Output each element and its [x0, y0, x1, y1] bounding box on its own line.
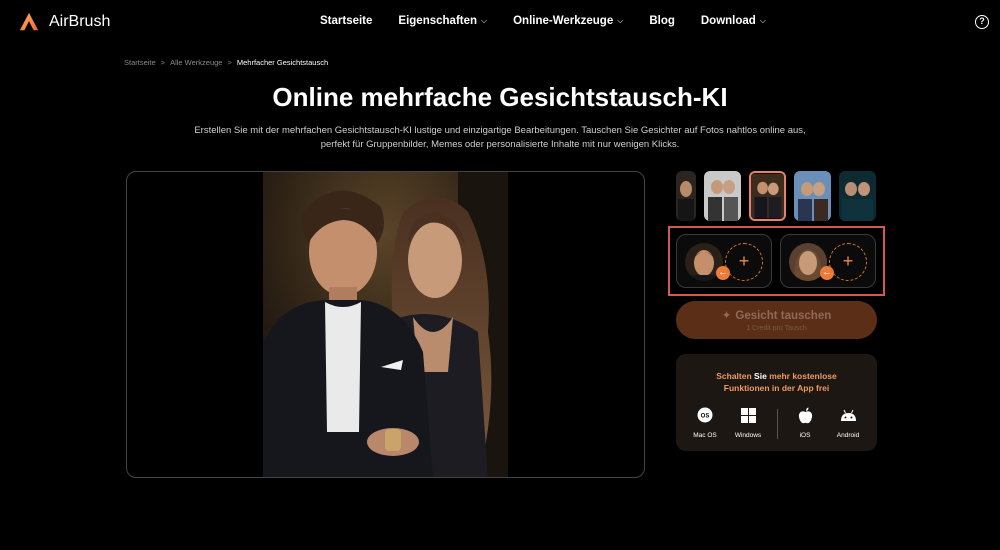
description-line: perfekt für Gruppenbilder, Memes oder pe…	[320, 139, 680, 150]
add-face-button[interactable]: +	[829, 243, 867, 281]
face-swap-selector: ← + ← +	[668, 226, 885, 296]
template-thumbnail[interactable]	[676, 171, 696, 221]
top-navbar: AirBrush Startseite Eigenschaften ⌵ Onlin…	[0, 0, 1000, 44]
platform-list: OS Mac OS Windows iOS Android	[676, 405, 877, 441]
promo-word: mehr kostenlose	[769, 371, 837, 381]
promo-word: Sie	[754, 371, 767, 381]
couple-photo	[263, 172, 508, 477]
swap-credit-note: 1 Credit pro Tausch	[746, 325, 807, 332]
platform-label: Mac OS	[693, 432, 717, 439]
promo-text: Schalten Sie mehr kostenlose Funktionen …	[676, 370, 877, 394]
image-preview-panel	[126, 171, 645, 478]
promo-word: Schalten	[716, 371, 752, 381]
nav-eigenschaften[interactable]: Eigenschaften ⌵	[398, 15, 487, 27]
breadcrumb-current: Mehrfacher Gesichtstausch	[236, 58, 329, 67]
windows-icon	[740, 407, 756, 423]
swap-face-button[interactable]: ✦ Gesicht tauschen 1 Credit pro Tausch	[676, 301, 877, 339]
breadcrumb-home[interactable]: Startseite	[124, 58, 156, 67]
template-thumbnails	[676, 171, 876, 221]
page-title: Online mehrfache Gesichtstausch-KI	[272, 82, 728, 112]
macos-icon: OS	[697, 407, 713, 423]
nav-label: Startseite	[320, 15, 373, 27]
template-thumbnail[interactable]	[839, 171, 876, 221]
download-ios[interactable]: iOS	[785, 405, 825, 439]
nav-download[interactable]: Download ⌵	[701, 15, 766, 27]
question-circle-icon[interactable]: ?	[975, 15, 989, 29]
apple-icon	[798, 407, 812, 423]
template-thumbnail-selected[interactable]	[749, 171, 786, 221]
nav-label: Online-Werkzeuge	[513, 15, 614, 27]
download-android[interactable]: Android	[828, 405, 868, 439]
platform-label: Android	[836, 432, 860, 439]
breadcrumb-tools[interactable]: Alle Werkzeuge	[170, 58, 222, 67]
chevron-down-icon: ⌵	[481, 16, 488, 25]
nav-label: Eigenschaften	[398, 15, 478, 27]
breadcrumb: Startseite > Alle Werkzeuge > Mehrfacher…	[124, 58, 328, 67]
main-nav: Startseite Eigenschaften ⌵ Online-Werkzeu…	[320, 15, 766, 27]
airbrush-logo-icon	[19, 12, 39, 31]
brand-name: AirBrush	[49, 13, 111, 30]
platform-label: Windows	[734, 432, 762, 439]
page-description: Erstellen Sie mit der mehrfachen Gesicht…	[150, 124, 850, 152]
app-promo-card: Schalten Sie mehr kostenlose Funktionen …	[676, 354, 877, 451]
promo-line: Funktionen in der App frei	[723, 383, 830, 393]
download-windows[interactable]: Windows	[728, 405, 768, 439]
airbrush-logo[interactable]: AirBrush	[18, 11, 110, 33]
nav-blog[interactable]: Blog	[649, 15, 675, 27]
nav-online-werkzeuge[interactable]: Online-Werkzeuge ⌵	[513, 15, 623, 27]
template-thumbnail[interactable]	[794, 171, 831, 221]
download-macos[interactable]: OS Mac OS	[685, 405, 725, 439]
face-slot-2: ← +	[780, 234, 876, 288]
swap-face-label: ✦ Gesicht tauschen	[676, 308, 877, 322]
swap-face-text: Gesicht tauschen	[735, 310, 832, 322]
svg-text:OS: OS	[701, 414, 710, 420]
nav-label: Download	[700, 15, 756, 27]
chevron-down-icon: ⌵	[617, 16, 624, 25]
template-thumbnail[interactable]	[704, 171, 741, 221]
breadcrumb-separator: >	[227, 58, 232, 67]
add-face-button[interactable]: +	[725, 243, 763, 281]
nav-startseite[interactable]: Startseite	[320, 15, 372, 27]
description-line: Erstellen Sie mit der mehrfachen Gesicht…	[194, 125, 806, 136]
chevron-down-icon: ⌵	[759, 16, 766, 25]
breadcrumb-separator: >	[160, 58, 166, 67]
sparkle-icon: ✦	[721, 310, 732, 322]
face-slot-1: ← +	[676, 234, 772, 288]
platform-label: iOS	[799, 432, 811, 439]
platform-divider	[777, 409, 778, 439]
android-icon	[840, 409, 856, 421]
nav-label: Blog	[649, 15, 675, 27]
